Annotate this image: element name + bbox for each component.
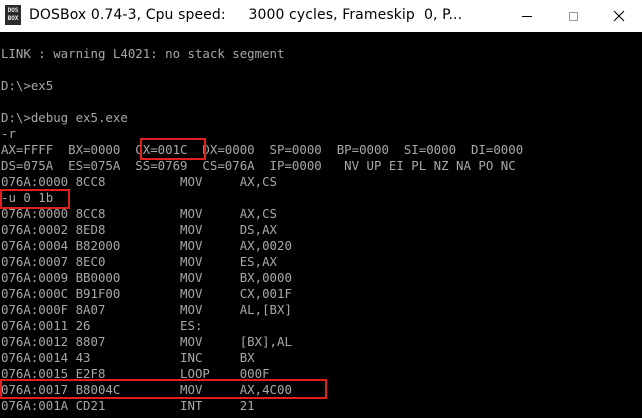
register-line-2: DS=075A ES=075A SS=0769 CS=076A IP=0000 … xyxy=(1,158,516,173)
close-button[interactable] xyxy=(596,0,642,32)
disasm-line: 076A:000C B91F00 MOV CX,001F xyxy=(1,286,292,301)
disasm-line: 076A:0002 8ED8 MOV DS,AX xyxy=(1,222,278,237)
window-title: DOSBox 0.74-3, Cpu speed: 3000 cycles, F… xyxy=(29,7,463,23)
register-line-1: AX=FFFF BX=0000 CX=001C DX=0000 SP=0000 … xyxy=(1,142,524,157)
dos-terminal[interactable]: LINK : warning L4021: no stack segment D… xyxy=(0,32,642,418)
terminal-line: 076A:0000 8CC8 MOV AX,CS xyxy=(1,174,278,189)
maximize-button[interactable] xyxy=(550,0,596,32)
app-icon-label: DOS BOX xyxy=(7,7,19,22)
disasm-line: 076A:000F 8A07 MOV AL,[BX] xyxy=(1,302,292,317)
dosbox-window: DOS BOX DOSBox 0.74-3, Cpu speed: 3000 c… xyxy=(0,0,642,418)
dosbox-app-icon[interactable]: DOS BOX xyxy=(5,5,21,25)
cx-register-highlight xyxy=(140,138,206,160)
disasm-line: 076A:0007 8EC0 MOV ES,AX xyxy=(1,254,278,269)
mov-ax-4c00-highlight xyxy=(0,379,327,399)
terminal-line: D:\>debug ex5.exe xyxy=(1,110,128,125)
disasm-line: 076A:0012 8807 MOV [BX],AL xyxy=(1,334,292,349)
unassemble-command-highlight xyxy=(0,189,70,209)
title-bar[interactable]: DOS BOX DOSBox 0.74-3, Cpu speed: 3000 c… xyxy=(0,0,642,32)
disasm-line: 076A:0011 26 ES: xyxy=(1,318,203,333)
close-icon xyxy=(613,10,625,22)
maximize-icon xyxy=(568,11,578,21)
terminal-line: D:\>ex5 xyxy=(1,78,54,93)
terminal-line: LINK : warning L4021: no stack segment xyxy=(1,46,285,61)
disasm-line: 076A:0009 BB0000 MOV BX,0000 xyxy=(1,270,292,285)
terminal-line: -r xyxy=(1,126,16,141)
disasm-line: 076A:0004 B82000 MOV AX,0020 xyxy=(1,238,292,253)
minimize-icon xyxy=(522,15,532,17)
minimize-button[interactable] xyxy=(504,0,550,32)
disasm-line: 076A:001A CD21 INT 21 xyxy=(1,398,255,413)
disasm-line: 076A:0014 43 INC BX xyxy=(1,350,255,365)
